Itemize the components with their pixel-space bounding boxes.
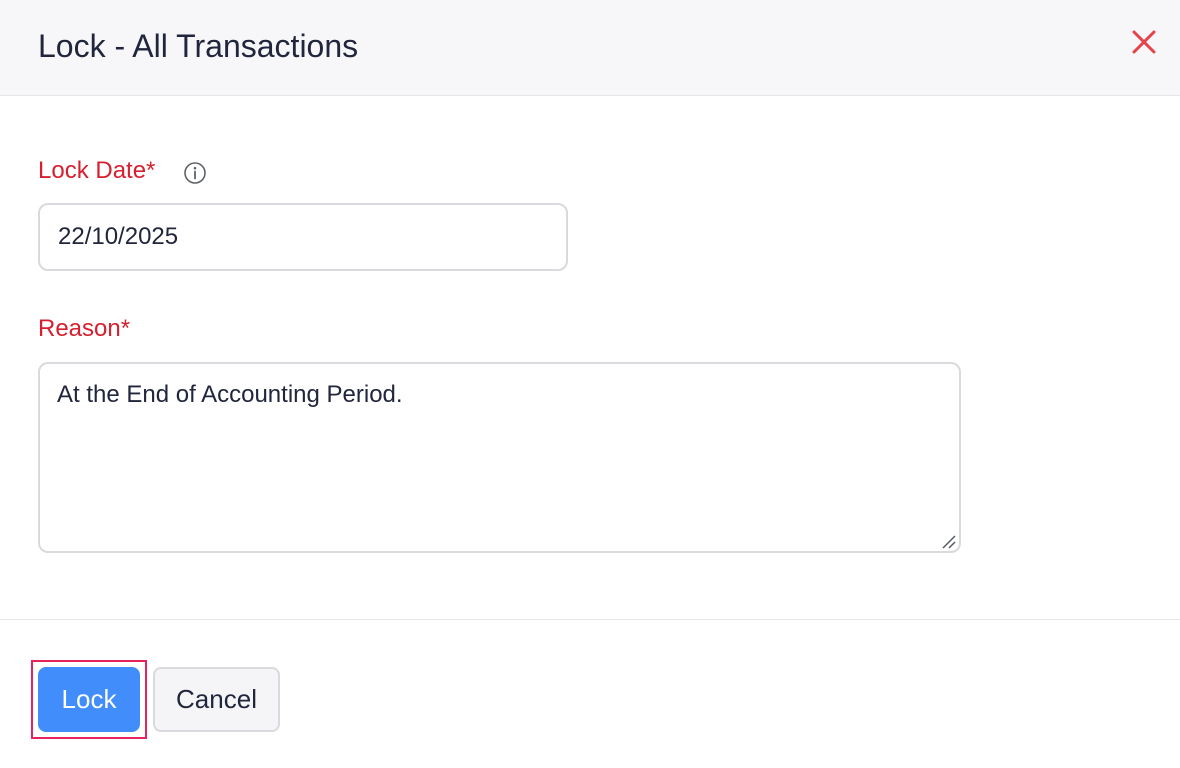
- resize-handle-icon[interactable]: [939, 532, 957, 550]
- dialog-title: Lock - All Transactions: [38, 28, 359, 64]
- dialog-header: Lock - All Transactions: [0, 0, 1180, 96]
- close-icon: [1130, 28, 1158, 56]
- lock-transactions-dialog: Lock - All Transactions Lock Date* Reaso…: [0, 0, 1180, 768]
- lock-date-label: Lock Date*: [38, 157, 156, 184]
- lock-date-input[interactable]: [38, 203, 568, 271]
- close-button[interactable]: [1130, 28, 1158, 56]
- reason-label: Reason*: [38, 315, 131, 342]
- footer-divider: [0, 619, 1180, 620]
- reason-textarea[interactable]: At the End of Accounting Period.: [38, 362, 961, 553]
- lock-button[interactable]: Lock: [38, 667, 140, 732]
- cancel-button[interactable]: Cancel: [153, 667, 280, 732]
- info-icon[interactable]: [183, 161, 207, 185]
